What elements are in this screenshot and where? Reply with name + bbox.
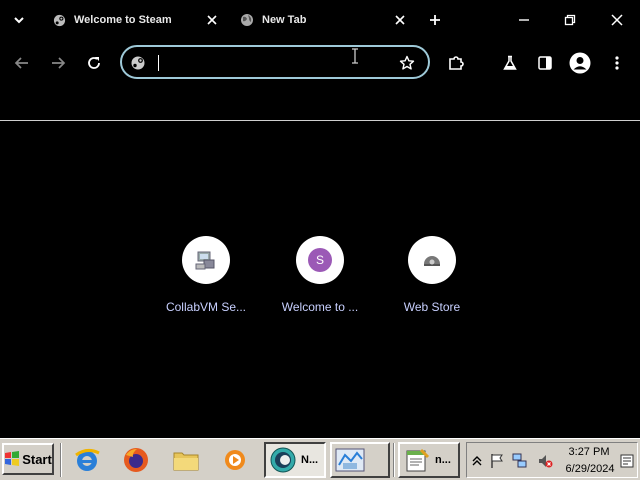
close-window-button[interactable] (605, 10, 629, 30)
file-explorer-launcher[interactable] (170, 444, 202, 476)
bookmark-star-icon[interactable] (398, 54, 416, 72)
shortcut-label: CollabVM Se... (165, 300, 247, 314)
globe-icon (240, 13, 254, 27)
avatar-icon (569, 52, 591, 74)
steam-icon (52, 13, 66, 27)
extensions-button[interactable] (445, 52, 467, 74)
media-player-launcher[interactable] (219, 444, 251, 476)
close-tab-icon[interactable] (392, 12, 408, 28)
media-player-icon (225, 450, 245, 470)
tab-welcome-to-steam[interactable]: Welcome to Steam (40, 6, 226, 34)
shortcut-collabvm[interactable]: CollabVM Se... (156, 234, 256, 324)
flask-icon (503, 55, 517, 70)
firefox-launcher[interactable] (120, 444, 152, 476)
minimize-button[interactable] (512, 10, 536, 30)
side-panel-button[interactable] (534, 52, 556, 74)
mouse-ibeam-cursor (352, 48, 358, 64)
start-button[interactable]: Start (2, 443, 54, 475)
shortcut-label: Web Store (403, 300, 461, 314)
profile-button[interactable] (569, 52, 591, 74)
tab-title: Welcome to Steam (74, 14, 172, 26)
tab-search-button[interactable] (8, 10, 30, 30)
forward-button[interactable] (47, 52, 69, 74)
internet-explorer-launcher[interactable] (71, 444, 103, 476)
restore-icon (564, 14, 576, 26)
letter-s-icon: S (308, 248, 332, 272)
network-map-icon (335, 448, 365, 472)
plus-icon (430, 15, 440, 25)
address-bar[interactable] (120, 45, 430, 79)
kebab-menu-icon (615, 56, 619, 70)
start-label: Start (22, 451, 52, 467)
folder-icon (173, 452, 199, 471)
taskbar-button-label: n... (435, 454, 451, 466)
taskbar-button-notepad[interactable]: n... (398, 442, 460, 478)
chevron-up-icon (472, 456, 482, 466)
network-icon[interactable] (512, 453, 528, 469)
browser-toolbar (0, 40, 640, 86)
side-panel-icon (538, 56, 552, 70)
restore-button[interactable] (558, 10, 582, 30)
text-cursor (158, 55, 159, 71)
tab-strip: Welcome to Steam New Tab (0, 0, 640, 40)
volume-muted-icon[interactable] (537, 453, 553, 469)
webstore-icon (408, 236, 456, 284)
reload-icon (88, 57, 100, 69)
windows-logo-icon (5, 451, 20, 466)
menu-button[interactable] (606, 52, 628, 74)
back-button[interactable] (11, 52, 33, 74)
arrow-left-icon (14, 57, 28, 69)
system-tray: 3:27 PM 6/29/2024 (466, 442, 638, 478)
notification-icon[interactable] (619, 453, 635, 469)
letter-avatar: S (296, 236, 344, 284)
computer-icon (182, 236, 230, 284)
show-hidden-icons-button[interactable] (469, 453, 485, 469)
clock-date[interactable]: 6/29/2024 (563, 463, 617, 475)
action-center-flag-icon[interactable] (489, 453, 505, 469)
letter-avatar-text: S (315, 253, 324, 267)
notepad-icon (406, 448, 430, 472)
shortcut-welcome-to-steam[interactable]: S Welcome to ... (270, 234, 370, 324)
firefox-icon (124, 448, 148, 472)
shortcut-web-store[interactable]: Web Store (382, 234, 482, 324)
taskbar-divider (393, 443, 395, 477)
steam-icon (130, 55, 146, 71)
clock-time[interactable]: 3:27 PM (567, 446, 611, 458)
tab-title: New Tab (262, 14, 307, 26)
close-tab-icon[interactable] (204, 12, 220, 28)
taskbar: Start N... n... 3:27 PM 6/29/2024 (0, 438, 640, 480)
internet-explorer-icon (75, 448, 100, 471)
taskbar-button-network-map[interactable] (330, 442, 390, 478)
tab-new-tab[interactable]: New Tab (228, 6, 414, 34)
reload-button[interactable] (83, 52, 105, 74)
puzzle-piece-icon (449, 56, 464, 70)
shortcut-label: Welcome to ... (281, 300, 359, 314)
taskbar-divider (60, 443, 62, 477)
chevron-down-icon (14, 17, 24, 24)
close-icon (611, 14, 623, 26)
arrow-right-icon (52, 57, 66, 69)
new-tab-button[interactable] (424, 10, 446, 30)
taskbar-button-label: N... (301, 454, 319, 466)
labs-button[interactable] (499, 52, 521, 74)
taskbar-button-chrome[interactable]: N... (264, 442, 326, 478)
chrome-icon (270, 447, 296, 473)
toolbar-divider (0, 120, 640, 121)
minimize-icon (519, 19, 529, 21)
